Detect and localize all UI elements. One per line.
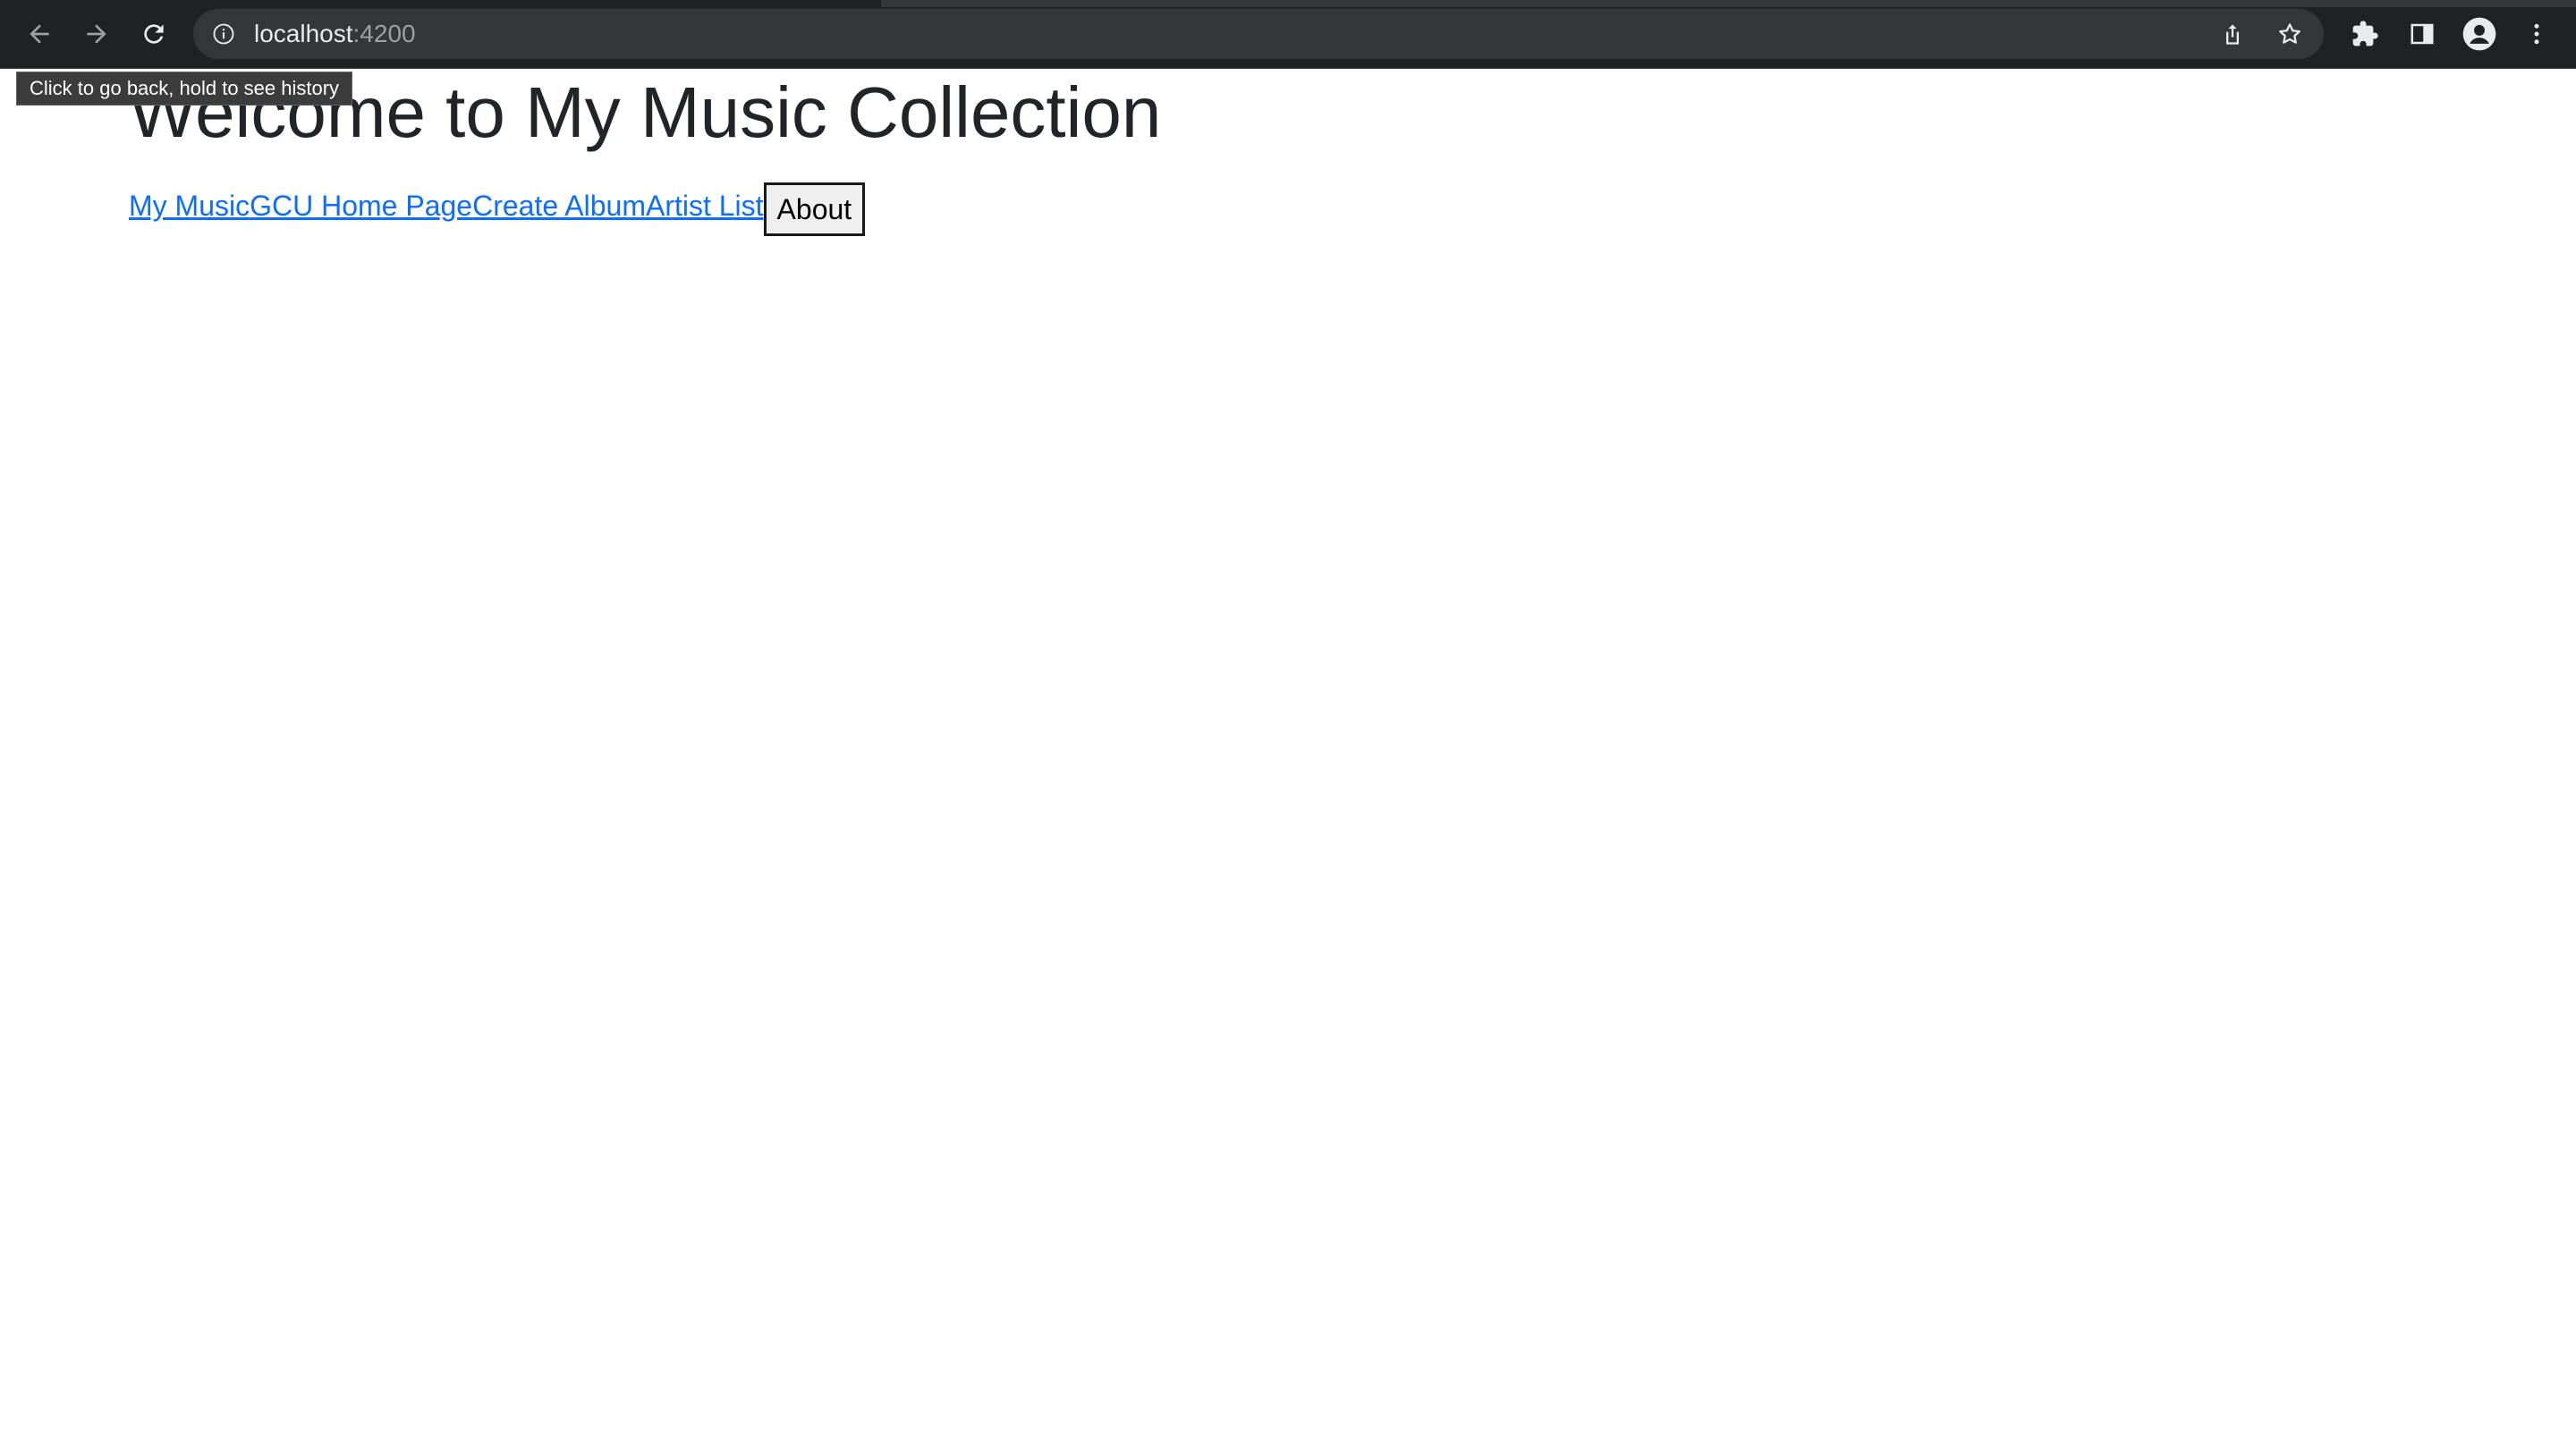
extensions-button[interactable]: [2343, 13, 2386, 55]
kebab-menu-icon: [2534, 23, 2539, 45]
arrow-right-icon: [87, 24, 106, 44]
about-button[interactable]: About: [763, 182, 866, 236]
profile-button[interactable]: [2458, 13, 2501, 55]
arrow-left-icon: [30, 24, 49, 44]
back-button[interactable]: [18, 13, 61, 55]
side-panel-icon: [2411, 23, 2434, 45]
share-icon: [2226, 24, 2239, 45]
back-button-tooltip: Click to go back, hold to see history: [16, 72, 353, 106]
page-content: Welcome to My Music Collection My Music …: [0, 68, 2576, 1431]
nav-bar: My Music GCU Home Page Create Album Arti…: [129, 182, 866, 236]
browser-toolbar: localhost:4200: [0, 0, 2576, 69]
puzzle-icon: [2352, 21, 2378, 47]
forward-button[interactable]: [75, 13, 118, 55]
address-bar[interactable]: localhost:4200: [193, 9, 2324, 59]
profile-icon: [2462, 17, 2496, 51]
tab-strip-edge: [0, 0, 2576, 7]
star-icon: [2279, 23, 2301, 44]
active-tab-edge: [0, 0, 881, 7]
url-port: :4200: [352, 20, 416, 47]
browser-menu-button[interactable]: [2515, 13, 2558, 55]
share-button[interactable]: [2216, 18, 2249, 50]
info-icon[interactable]: [211, 21, 236, 47]
nav-link-create-album[interactable]: Create Album: [472, 188, 646, 224]
nav-link-gcu-home-page[interactable]: GCU Home Page: [250, 188, 472, 224]
reload-button[interactable]: [132, 13, 175, 55]
side-panel-button[interactable]: [2401, 13, 2444, 55]
bookmark-button[interactable]: [2274, 18, 2306, 50]
nav-link-artist-list[interactable]: Artist List: [646, 188, 764, 224]
url-text[interactable]: localhost:4200: [254, 9, 416, 59]
reload-icon: [144, 24, 164, 44]
nav-link-my-music[interactable]: My Music: [129, 188, 250, 224]
url-host: localhost: [254, 20, 353, 47]
